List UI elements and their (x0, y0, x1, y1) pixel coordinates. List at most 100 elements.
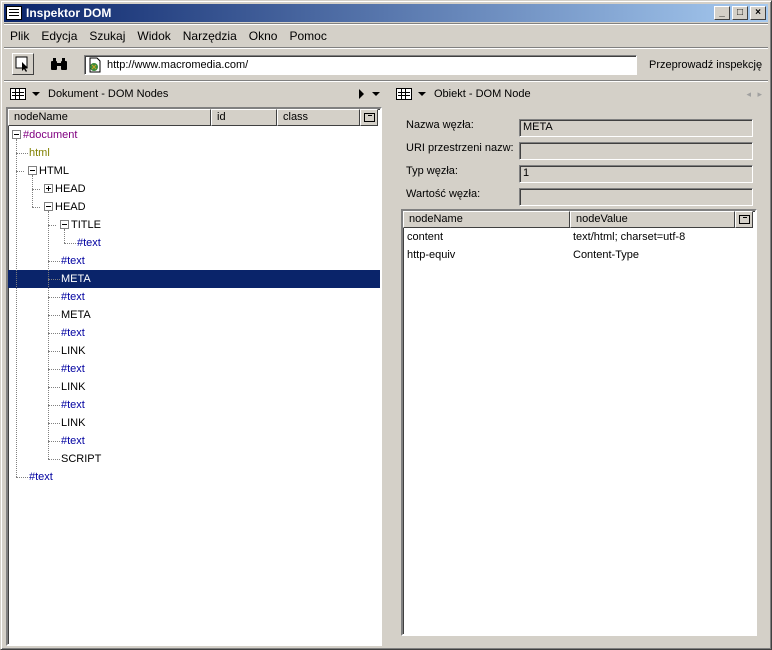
chevron-down-icon[interactable] (372, 92, 380, 96)
node-type-field[interactable]: 1 (519, 165, 753, 183)
tree-node-label: #text (61, 435, 85, 447)
column-header-id[interactable]: id (211, 109, 277, 126)
toolbar: http://www.macromedia.com/ Przeprowadź i… (4, 51, 768, 79)
chevron-down-icon[interactable] (32, 92, 40, 96)
url-text: http://www.macromedia.com/ (107, 59, 249, 71)
tree-connector (48, 333, 60, 334)
column-header-nodename[interactable]: nodeName (403, 211, 570, 228)
menu-bar: Plik Edycja Szukaj Widok Narzędzia Okno … (4, 25, 333, 47)
chevron-down-icon[interactable] (418, 92, 426, 96)
tree-connector (64, 243, 76, 244)
tree-node-label: #document (23, 129, 78, 141)
menu-widok[interactable]: Widok (131, 29, 176, 43)
tree-row[interactable]: html (8, 144, 380, 162)
attribute-row[interactable]: content text/html; charset=utf-8 (403, 228, 755, 246)
tree-connector (48, 297, 60, 298)
menu-okno[interactable]: Okno (243, 29, 284, 43)
menu-pomoc[interactable]: Pomoc (283, 29, 332, 43)
attribute-name: http-equiv (407, 249, 456, 261)
document-pane: Dokument - DOM Nodes nodeName id class #… (4, 83, 384, 646)
column-header-nodename[interactable]: nodeName (8, 109, 211, 126)
viewer-list-icon[interactable] (396, 88, 412, 100)
tree-row[interactable]: META (8, 270, 380, 288)
collapse-icon[interactable] (44, 202, 53, 211)
menu-szukaj[interactable]: Szukaj (83, 29, 131, 43)
tree-connector (32, 207, 40, 208)
tree-connector (16, 153, 28, 154)
title-bar[interactable]: Inspektor DOM _ □ × (4, 4, 768, 22)
tree-row[interactable]: HEAD (8, 180, 380, 198)
node-name-field[interactable]: META (519, 119, 753, 137)
tree-connector (32, 189, 40, 190)
inspect-button[interactable]: Przeprowadź inspekcję (649, 59, 762, 71)
tree-connector (48, 459, 60, 460)
collapse-icon[interactable] (60, 220, 69, 229)
tree-node-label: #text (61, 399, 85, 411)
tree-row[interactable]: #text (8, 396, 380, 414)
app-icon (6, 6, 22, 20)
tree-row[interactable]: #text (8, 432, 380, 450)
node-type-label: Typ węzła: (406, 165, 458, 177)
menu-edycja[interactable]: Edycja (35, 29, 83, 43)
tree-connector (48, 369, 60, 370)
play-icon[interactable] (359, 89, 364, 99)
tree-connector (48, 279, 60, 280)
attribute-name: content (407, 231, 444, 243)
tree-connector (32, 175, 33, 207)
tree-row[interactable]: #text (8, 324, 380, 342)
tree-row[interactable]: LINK (8, 342, 380, 360)
tree-connector (16, 171, 24, 172)
menu-narzedzia[interactable]: Narzędzia (177, 29, 243, 43)
viewer-list-icon[interactable] (10, 88, 26, 100)
tree-row[interactable]: SCRIPT (8, 450, 380, 468)
tree-node-label: #text (61, 327, 85, 339)
tree-connector (48, 441, 60, 442)
tree-row[interactable]: #text (8, 360, 380, 378)
tree-row[interactable]: #text (8, 468, 380, 486)
nav-arrows-icon: ◂ ▸ (746, 89, 764, 99)
column-header-class[interactable]: class (277, 109, 360, 126)
tree-node-label: META (61, 273, 91, 285)
dom-tree[interactable]: nodeName id class #document html HTML HEAD H… (6, 107, 382, 646)
collapse-icon[interactable] (12, 130, 21, 139)
column-picker-icon[interactable] (360, 109, 378, 126)
tree-row[interactable]: #document (8, 126, 380, 144)
tree-row[interactable]: LINK (8, 378, 380, 396)
tree-connector (48, 225, 56, 226)
attributes-list[interactable]: nodeName nodeValue content text/html; ch… (401, 209, 757, 636)
window-title: Inspektor DOM (26, 6, 112, 20)
tree-row[interactable]: #text (8, 288, 380, 306)
column-picker-icon[interactable] (735, 211, 753, 228)
tree-node-label: LINK (61, 381, 86, 393)
tree-row[interactable]: HEAD (8, 198, 380, 216)
node-value-field[interactable] (519, 188, 753, 206)
select-element-button[interactable] (12, 53, 34, 75)
node-name-label: Nazwa węzła: (406, 119, 474, 131)
expand-icon[interactable] (44, 184, 53, 193)
find-button[interactable] (48, 53, 70, 75)
tree-row[interactable]: LINK (8, 414, 380, 432)
tree-connector (48, 351, 60, 352)
tree-node-label: LINK (61, 345, 86, 357)
attribute-row[interactable]: http-equiv Content-Type (403, 246, 755, 264)
namespace-uri-field[interactable] (519, 142, 753, 160)
app-window: Inspektor DOM _ □ × Plik Edycja Szukaj W… (0, 0, 772, 650)
object-pane-title: Obiekt - DOM Node (434, 88, 531, 100)
tree-node-label: HEAD (55, 183, 86, 195)
tree-node-label: TITLE (71, 219, 101, 231)
minimize-button[interactable]: _ (714, 6, 730, 20)
tree-connector (48, 315, 60, 316)
column-header-nodevalue[interactable]: nodeValue (570, 211, 735, 228)
tree-node-label: html (29, 147, 50, 159)
select-element-icon (15, 56, 28, 72)
menu-plik[interactable]: Plik (4, 29, 35, 43)
tree-connector (48, 387, 60, 388)
tree-row[interactable]: #text (8, 252, 380, 270)
tree-row[interactable]: HTML (8, 162, 380, 180)
close-button[interactable]: × (750, 6, 766, 20)
tree-node-label: #text (61, 255, 85, 267)
collapse-icon[interactable] (28, 166, 37, 175)
maximize-button[interactable]: □ (732, 6, 748, 20)
url-field[interactable]: http://www.macromedia.com/ (84, 55, 637, 75)
tree-row[interactable]: META (8, 306, 380, 324)
